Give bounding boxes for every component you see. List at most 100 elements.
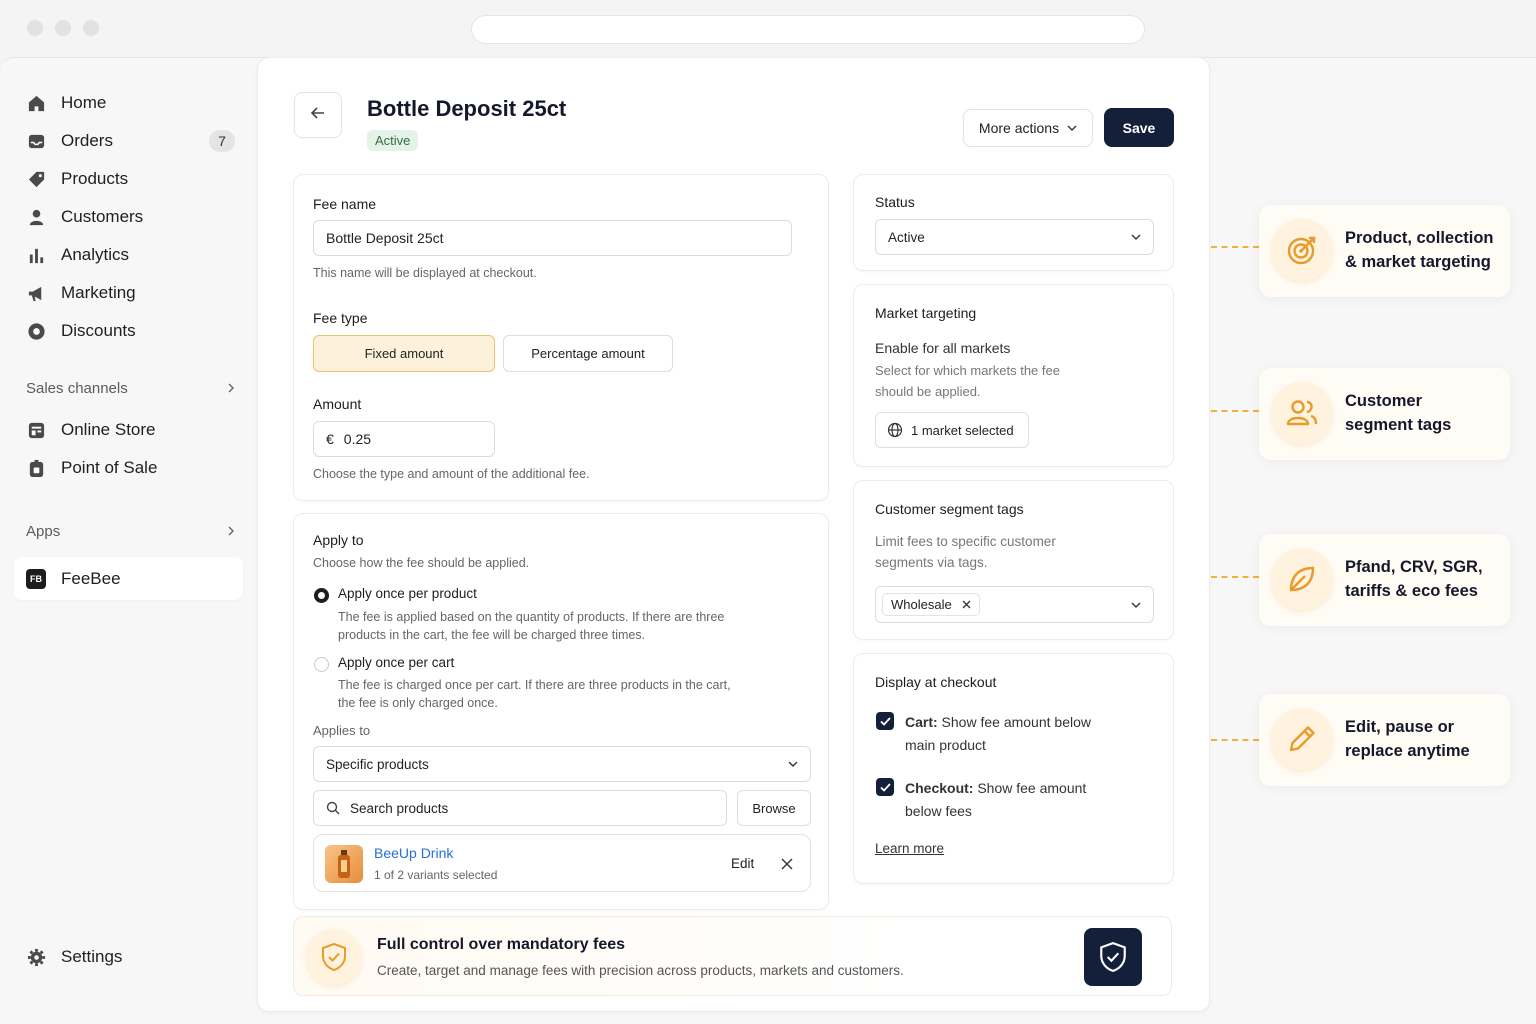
- fee-name-help: This name will be displayed at checkout.: [313, 266, 537, 280]
- feebee-logo-icon: FB: [26, 568, 46, 589]
- sidebar-item-label: Analytics: [61, 245, 130, 264]
- market-targeting-card: Market targeting Enable for all markets …: [853, 284, 1174, 467]
- selected-product-row: BeeUp Drink 1 of 2 variants selected Edi…: [313, 834, 811, 892]
- sidebar-item-label: Discounts: [61, 321, 136, 340]
- feature-line-1: Pfand, CRV, SGR,: [1345, 558, 1483, 576]
- connector-line: [1211, 576, 1259, 578]
- megaphone-icon: [26, 283, 46, 303]
- amount-input[interactable]: € 0.25: [313, 421, 495, 457]
- segment-tags-select[interactable]: Wholesale: [875, 586, 1154, 623]
- sidebar-item-discounts[interactable]: Discounts: [14, 312, 243, 350]
- save-button[interactable]: Save: [1104, 108, 1174, 147]
- back-button[interactable]: [294, 92, 342, 138]
- feature-line-1: Product, collection: [1345, 229, 1494, 247]
- sidebar-item-settings[interactable]: Settings: [14, 938, 243, 976]
- sidebar-item-feebee[interactable]: FB FeeBee: [14, 557, 243, 600]
- feature-line-2: segment tags: [1345, 416, 1452, 434]
- applies-to-select[interactable]: Specific products: [313, 746, 811, 782]
- fee-type-label: Fee type: [313, 310, 368, 326]
- sidebar-item-marketing[interactable]: Marketing: [14, 274, 243, 312]
- product-edit-button[interactable]: Edit: [731, 856, 754, 871]
- checkout-display-checkbox[interactable]: [876, 778, 894, 796]
- window-maximize-dot[interactable]: [83, 20, 99, 36]
- apps-header[interactable]: Apps: [26, 523, 236, 540]
- applies-to-value: Specific products: [326, 756, 429, 772]
- main-panel: Bottle Deposit 25ct Active More actions …: [257, 57, 1210, 1012]
- sidebar-item-label: Home: [61, 93, 107, 112]
- checkout-display-label: Checkout: Show fee amount below fees: [905, 777, 1086, 823]
- sidebar-item-analytics[interactable]: Analytics: [14, 236, 243, 274]
- feature-segments-text: Customer segment tags: [1345, 389, 1505, 437]
- sidebar-item-products[interactable]: Products: [14, 160, 243, 198]
- browse-button[interactable]: Browse: [737, 790, 811, 826]
- apply-once-per-cart-label[interactable]: Apply once per cart: [338, 655, 454, 670]
- status-select[interactable]: Active: [875, 219, 1154, 255]
- leaf-icon: [1271, 548, 1333, 610]
- enable-all-markets-label: Enable for all markets: [875, 340, 1011, 356]
- learn-more-link[interactable]: Learn more: [875, 841, 944, 856]
- fee-name-input[interactable]: Bottle Deposit 25ct: [313, 220, 792, 256]
- apply-once-per-product-label[interactable]: Apply once per product: [338, 586, 477, 601]
- address-bar[interactable]: [471, 15, 1145, 44]
- feature-line-1: Customer: [1345, 392, 1423, 410]
- home-icon: [26, 93, 46, 113]
- product-name-link[interactable]: BeeUp Drink: [374, 845, 453, 861]
- sales-channels-header[interactable]: Sales channels: [26, 380, 236, 397]
- sidebar-item-label: Orders: [61, 131, 113, 150]
- sidebar-item-point-of-sale[interactable]: Point of Sale: [14, 449, 243, 487]
- target-icon: [1271, 219, 1333, 281]
- connector-line: [1211, 246, 1259, 248]
- checkmark-icon: [879, 716, 891, 726]
- markets-selected-button[interactable]: 1 market selected: [875, 412, 1029, 448]
- shield-check-icon: [1100, 941, 1126, 972]
- amount-value: 0.25: [343, 431, 372, 447]
- amount-label: Amount: [313, 396, 362, 412]
- remove-product-icon[interactable]: [781, 857, 793, 875]
- sidebar-item-home[interactable]: Home: [14, 84, 243, 122]
- fee-details-card: Fee name Bottle Deposit 25ct This name w…: [293, 174, 829, 501]
- page-title: Bottle Deposit 25ct: [367, 96, 567, 121]
- feature-targeting-text: Product, collection & market targeting: [1345, 226, 1505, 274]
- sidebar-item-label: FeeBee: [61, 568, 121, 588]
- feature-edit-text: Edit, pause or replace anytime: [1345, 715, 1505, 763]
- product-thumbnail: [325, 845, 363, 883]
- search-placeholder: Search products: [350, 800, 449, 816]
- fee-name-label: Fee name: [313, 196, 377, 212]
- orders-count-badge: 7: [209, 130, 235, 152]
- sidebar-item-orders[interactable]: Orders 7: [14, 122, 243, 160]
- apply-once-per-product-desc-2: products in the cart, the fee will be ch…: [338, 628, 646, 642]
- cart-display-text-2: main product: [905, 737, 986, 753]
- search-products-input[interactable]: Search products: [313, 790, 727, 826]
- pencil-icon: [1271, 708, 1333, 770]
- fixed-amount-option[interactable]: Fixed amount: [313, 335, 495, 372]
- apply-once-per-product-desc-1: The fee is applied based on the quantity…: [338, 610, 725, 624]
- sidebar-item-label: Marketing: [61, 283, 136, 302]
- status-value: Active: [888, 229, 925, 245]
- tag-icon: [26, 169, 46, 189]
- sidebar-item-label: Point of Sale: [61, 458, 158, 477]
- markets-selected-label: 1 market selected: [911, 422, 1014, 438]
- segment-help-2: segments via tags.: [875, 555, 988, 570]
- window-controls: [27, 20, 99, 36]
- sidebar-item-online-store[interactable]: Online Store: [14, 411, 243, 449]
- cart-display-bold: Cart:: [905, 714, 938, 730]
- mandatory-fees-banner: Full control over mandatory fees Create,…: [293, 916, 1172, 996]
- chevron-right-icon: [226, 523, 236, 540]
- apply-once-per-product-radio[interactable]: [314, 588, 329, 603]
- feature-edit: Edit, pause or replace anytime: [1259, 694, 1510, 786]
- customer-segment-title: Customer segment tags: [875, 501, 1024, 517]
- checkmark-icon: [879, 782, 891, 792]
- feature-line-1: Edit, pause or: [1345, 718, 1455, 736]
- apply-once-per-cart-radio[interactable]: [314, 657, 329, 672]
- window-minimize-dot[interactable]: [55, 20, 71, 36]
- window-close-dot[interactable]: [27, 20, 43, 36]
- remove-tag-icon[interactable]: [962, 600, 971, 609]
- percentage-amount-option[interactable]: Percentage amount: [503, 335, 673, 372]
- discount-icon: [26, 321, 46, 341]
- more-actions-button[interactable]: More actions: [963, 109, 1093, 147]
- gear-icon: [26, 947, 46, 967]
- sidebar-item-customers[interactable]: Customers: [14, 198, 243, 236]
- sales-channels-label: Sales channels: [26, 380, 128, 397]
- market-help-2: should be applied.: [875, 384, 981, 399]
- cart-display-checkbox[interactable]: [876, 712, 894, 730]
